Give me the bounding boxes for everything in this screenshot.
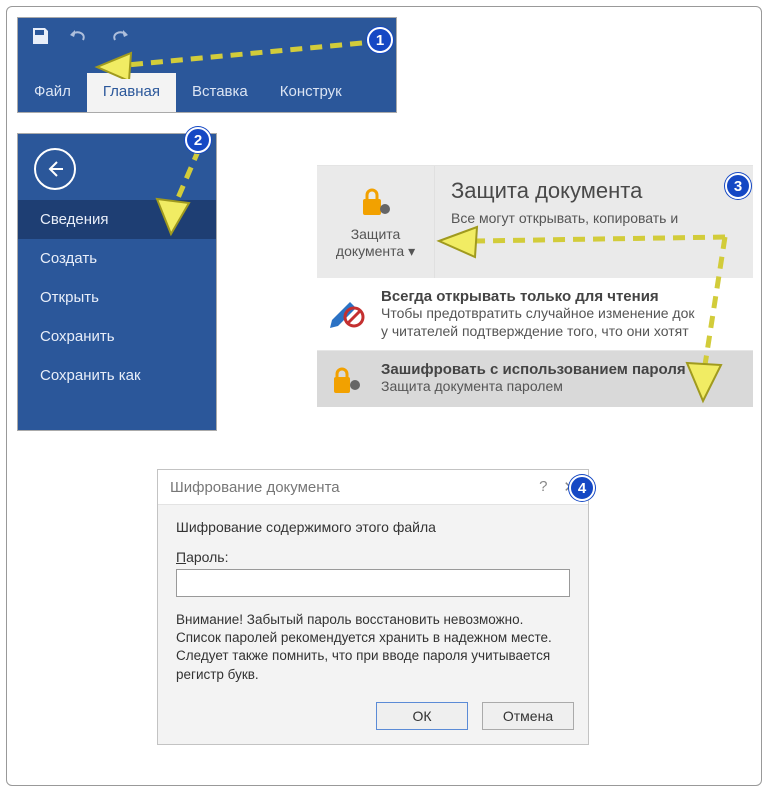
dialog-heading: Шифрование содержимого этого файла — [176, 519, 570, 535]
dialog-titlebar: Шифрование документа ? ✕ — [158, 470, 588, 505]
protect-btn-line2: документа — [336, 243, 404, 259]
menu-always-readonly[interactable]: Всегда открывать только для чтения Чтобы… — [317, 278, 753, 351]
chevron-down-icon: ▾ — [408, 243, 415, 259]
backstage-sidebar: Сведения Создать Открыть Сохранить Сохра… — [17, 133, 217, 431]
sidebar-item-save[interactable]: Сохранить — [18, 317, 216, 356]
cancel-button[interactable]: Отмена — [482, 702, 574, 730]
tutorial-frame: 1 2 3 4 Файл Главная Вставка Конструк Св… — [6, 6, 762, 786]
undo-icon[interactable] — [68, 26, 90, 46]
ok-button[interactable]: ОК — [376, 702, 468, 730]
sidebar-item-info[interactable]: Сведения — [18, 200, 216, 239]
step-badge-3: 3 — [725, 173, 751, 199]
warning-line-2: Список паролей рекомендуется хранить в н… — [176, 630, 552, 645]
warning-line-3: Следует также помнить, что при вводе пар… — [176, 648, 550, 681]
readonly-title: Всегда открывать только для чтения — [381, 288, 695, 305]
readonly-desc2: у читателей подтверждение того, что они … — [381, 323, 695, 341]
pen-forbidden-icon — [325, 288, 369, 340]
ribbon-tabs: Файл Главная Вставка Конструк — [18, 70, 396, 112]
lock-key-icon — [357, 185, 395, 222]
dialog-title: Шифрование документа — [170, 479, 340, 496]
protect-btn-line1: Защита — [351, 226, 401, 242]
encrypt-dialog: Шифрование документа ? ✕ Шифрование соде… — [157, 469, 589, 745]
ribbon: Файл Главная Вставка Конструк — [17, 17, 397, 113]
step-badge-4: 4 — [569, 475, 595, 501]
password-label: Пароль: — [176, 549, 570, 565]
arrow-left-icon — [44, 158, 66, 180]
help-icon[interactable]: ? — [539, 478, 547, 496]
tab-home[interactable]: Главная — [87, 73, 176, 112]
sidebar-item-saveas[interactable]: Сохранить как — [18, 356, 216, 395]
readonly-desc1: Чтобы предотвратить случайное изменение … — [381, 305, 695, 323]
warning-line-1: Внимание! Забытый пароль восстановить не… — [176, 612, 523, 627]
protect-subtitle: Все могут открывать, копировать и — [451, 210, 741, 226]
step-badge-1: 1 — [367, 27, 393, 53]
tab-design[interactable]: Конструк — [264, 73, 358, 112]
protect-document-panel: Защита документа ▾ Защита документа Все … — [317, 165, 753, 433]
tab-file[interactable]: Файл — [18, 73, 87, 112]
step-badge-2: 2 — [185, 127, 211, 153]
redo-icon[interactable] — [108, 26, 130, 46]
password-input[interactable] — [176, 569, 570, 597]
encrypt-desc: Защита документа паролем — [381, 378, 686, 396]
protect-document-button[interactable]: Защита документа ▾ — [317, 166, 435, 278]
save-icon[interactable] — [30, 26, 50, 46]
tab-insert[interactable]: Вставка — [176, 73, 264, 112]
back-button[interactable] — [34, 148, 76, 190]
encrypt-title: Зашифровать с использованием пароля — [381, 361, 686, 378]
lock-key-small-icon — [325, 361, 369, 397]
protect-header: Защита документа ▾ Защита документа Все … — [317, 166, 753, 278]
menu-encrypt-password[interactable]: Зашифровать с использованием пароля Защи… — [317, 351, 753, 407]
protect-title: Защита документа — [451, 178, 741, 204]
quick-access-toolbar — [30, 26, 130, 46]
sidebar-item-open[interactable]: Открыть — [18, 278, 216, 317]
sidebar-item-create[interactable]: Создать — [18, 239, 216, 278]
